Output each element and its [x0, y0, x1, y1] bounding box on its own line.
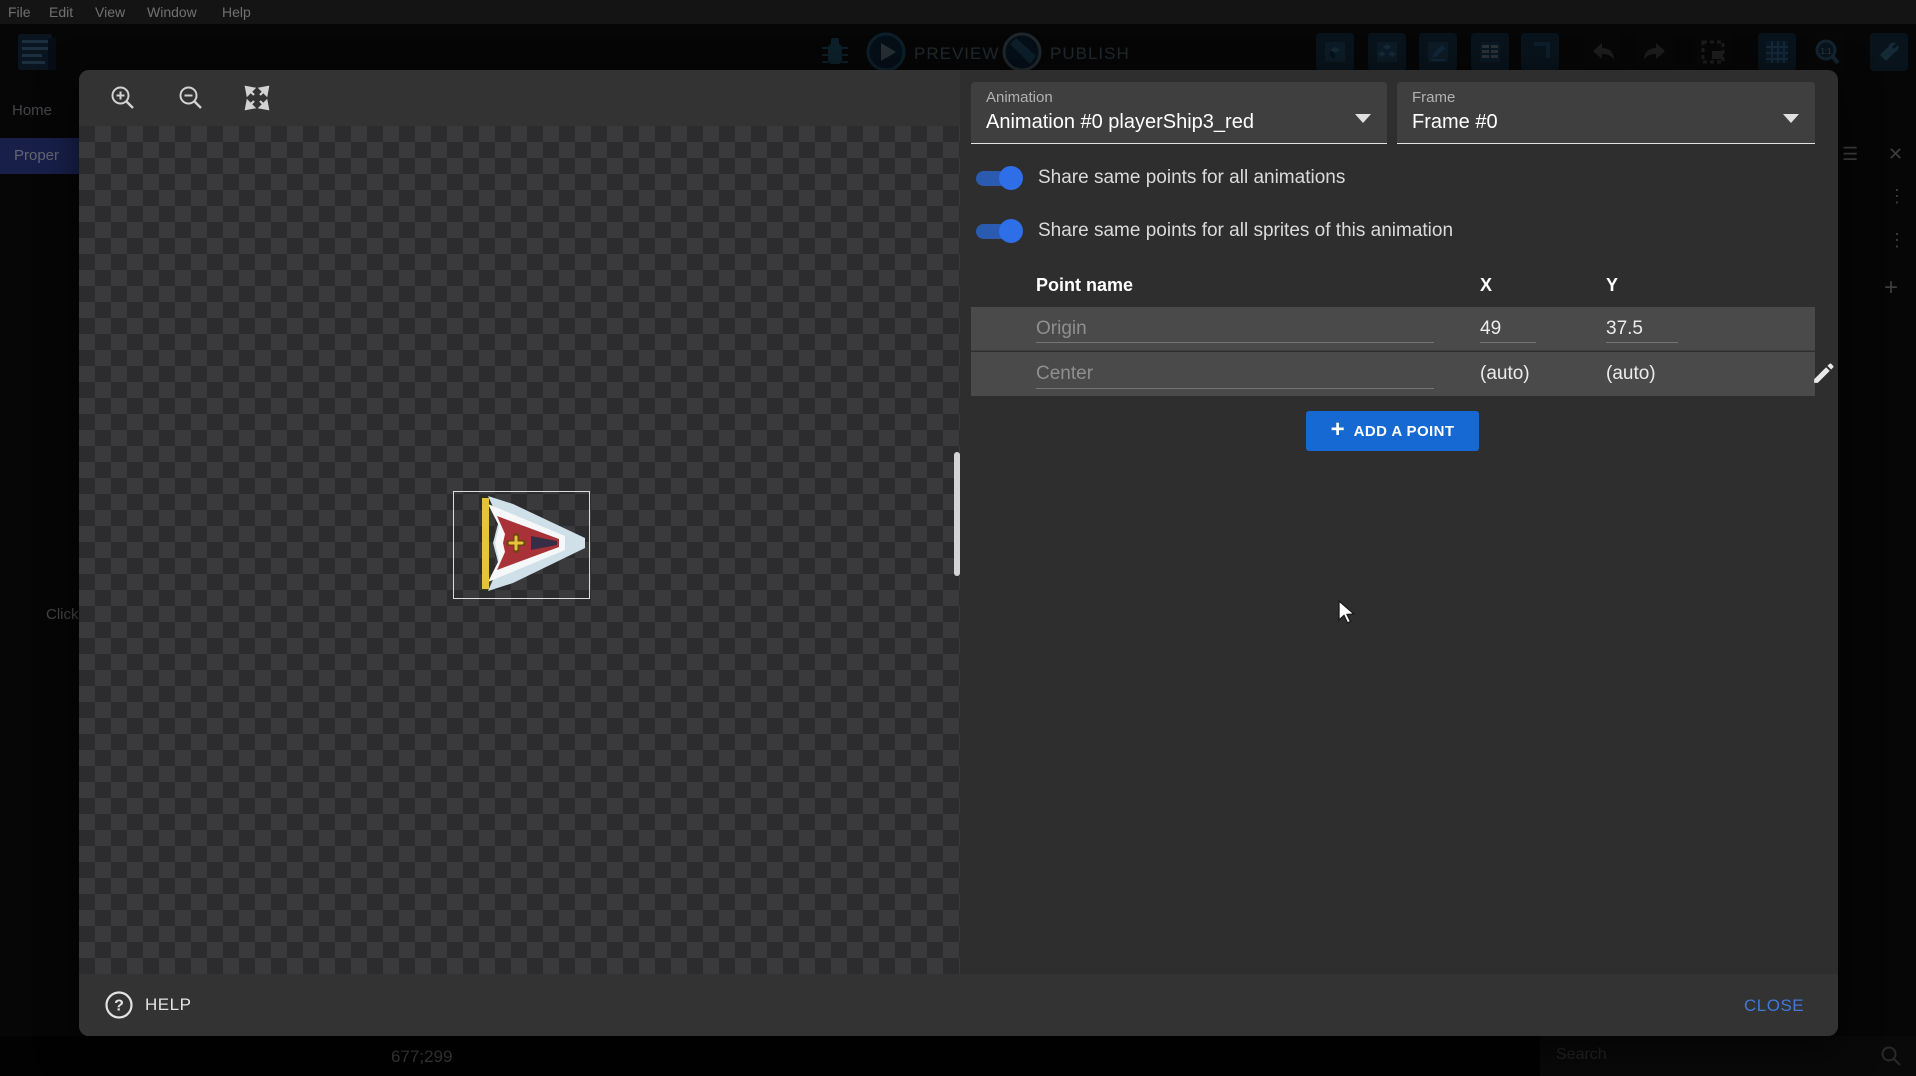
- dialog-bottom-bar: ? HELP CLOSE: [79, 974, 1838, 1036]
- toggle-knob: [999, 166, 1023, 190]
- zoom-out-icon[interactable]: [177, 84, 205, 112]
- points-table-header-x: X: [1480, 275, 1492, 296]
- fit-to-view-icon[interactable]: [243, 84, 271, 112]
- edit-pencil-icon[interactable]: [1811, 361, 1836, 386]
- share-points-all-sprites-label: Share same points for all sprites of thi…: [1038, 220, 1453, 242]
- share-points-all-sprites-toggle[interactable]: [976, 219, 1022, 243]
- chevron-down-icon: [1355, 114, 1371, 123]
- point-x-field: (auto): [1480, 363, 1530, 385]
- point-y-field: (auto): [1606, 363, 1656, 385]
- share-points-all-animations-label: Share same points for all animations: [1038, 167, 1345, 189]
- table-row-center[interactable]: Center (auto) (auto): [971, 352, 1815, 396]
- plus-icon: +: [1331, 418, 1345, 442]
- canvas-toolbar: [79, 70, 960, 126]
- point-x-field[interactable]: 49: [1480, 318, 1501, 340]
- canvas-scrollbar[interactable]: [954, 452, 960, 576]
- help-label: HELP: [145, 995, 191, 1015]
- add-a-point-button[interactable]: + ADD A POINT: [1306, 411, 1479, 451]
- table-row-origin[interactable]: Origin 49 37.5: [971, 307, 1815, 351]
- mouse-cursor: [1337, 600, 1359, 626]
- frame-select-label: Frame: [1412, 89, 1455, 106]
- help-question-icon: ?: [104, 990, 134, 1020]
- frame-select-value: Frame #0: [1412, 111, 1498, 134]
- close-button[interactable]: CLOSE: [1744, 996, 1804, 1016]
- points-table-header-name: Point name: [1036, 275, 1133, 296]
- points-table-header-y: Y: [1606, 275, 1618, 296]
- point-y-field[interactable]: 37.5: [1606, 318, 1643, 340]
- points-editor-dialog: Animation Animation #0 playerShip3_red F…: [79, 70, 1838, 1036]
- point-name-field: Origin: [1036, 318, 1087, 340]
- svg-text:?: ?: [114, 998, 124, 1015]
- zoom-in-icon[interactable]: [109, 84, 137, 112]
- sprite-canvas[interactable]: [79, 126, 960, 974]
- field-underline: [1480, 342, 1536, 343]
- field-underline: [1036, 388, 1434, 389]
- application-window: File Edit View Window Help PR: [0, 0, 1916, 1076]
- field-underline: [1606, 342, 1678, 343]
- toggle-knob: [999, 219, 1023, 243]
- sprite-selection-box[interactable]: [453, 491, 590, 599]
- chevron-down-icon: [1783, 114, 1799, 123]
- animation-select-label: Animation: [986, 89, 1053, 106]
- frame-select[interactable]: Frame Frame #0: [1397, 82, 1815, 144]
- animation-select-value: Animation #0 playerShip3_red: [986, 111, 1254, 134]
- share-points-all-animations-toggle[interactable]: [976, 166, 1022, 190]
- point-name-field: Center: [1036, 363, 1093, 385]
- player-ship-sprite: [473, 496, 589, 591]
- animation-select[interactable]: Animation Animation #0 playerShip3_red: [971, 82, 1387, 144]
- field-underline: [1036, 342, 1434, 343]
- help-button[interactable]: ? HELP: [104, 988, 191, 1022]
- add-a-point-label: ADD A POINT: [1354, 423, 1455, 440]
